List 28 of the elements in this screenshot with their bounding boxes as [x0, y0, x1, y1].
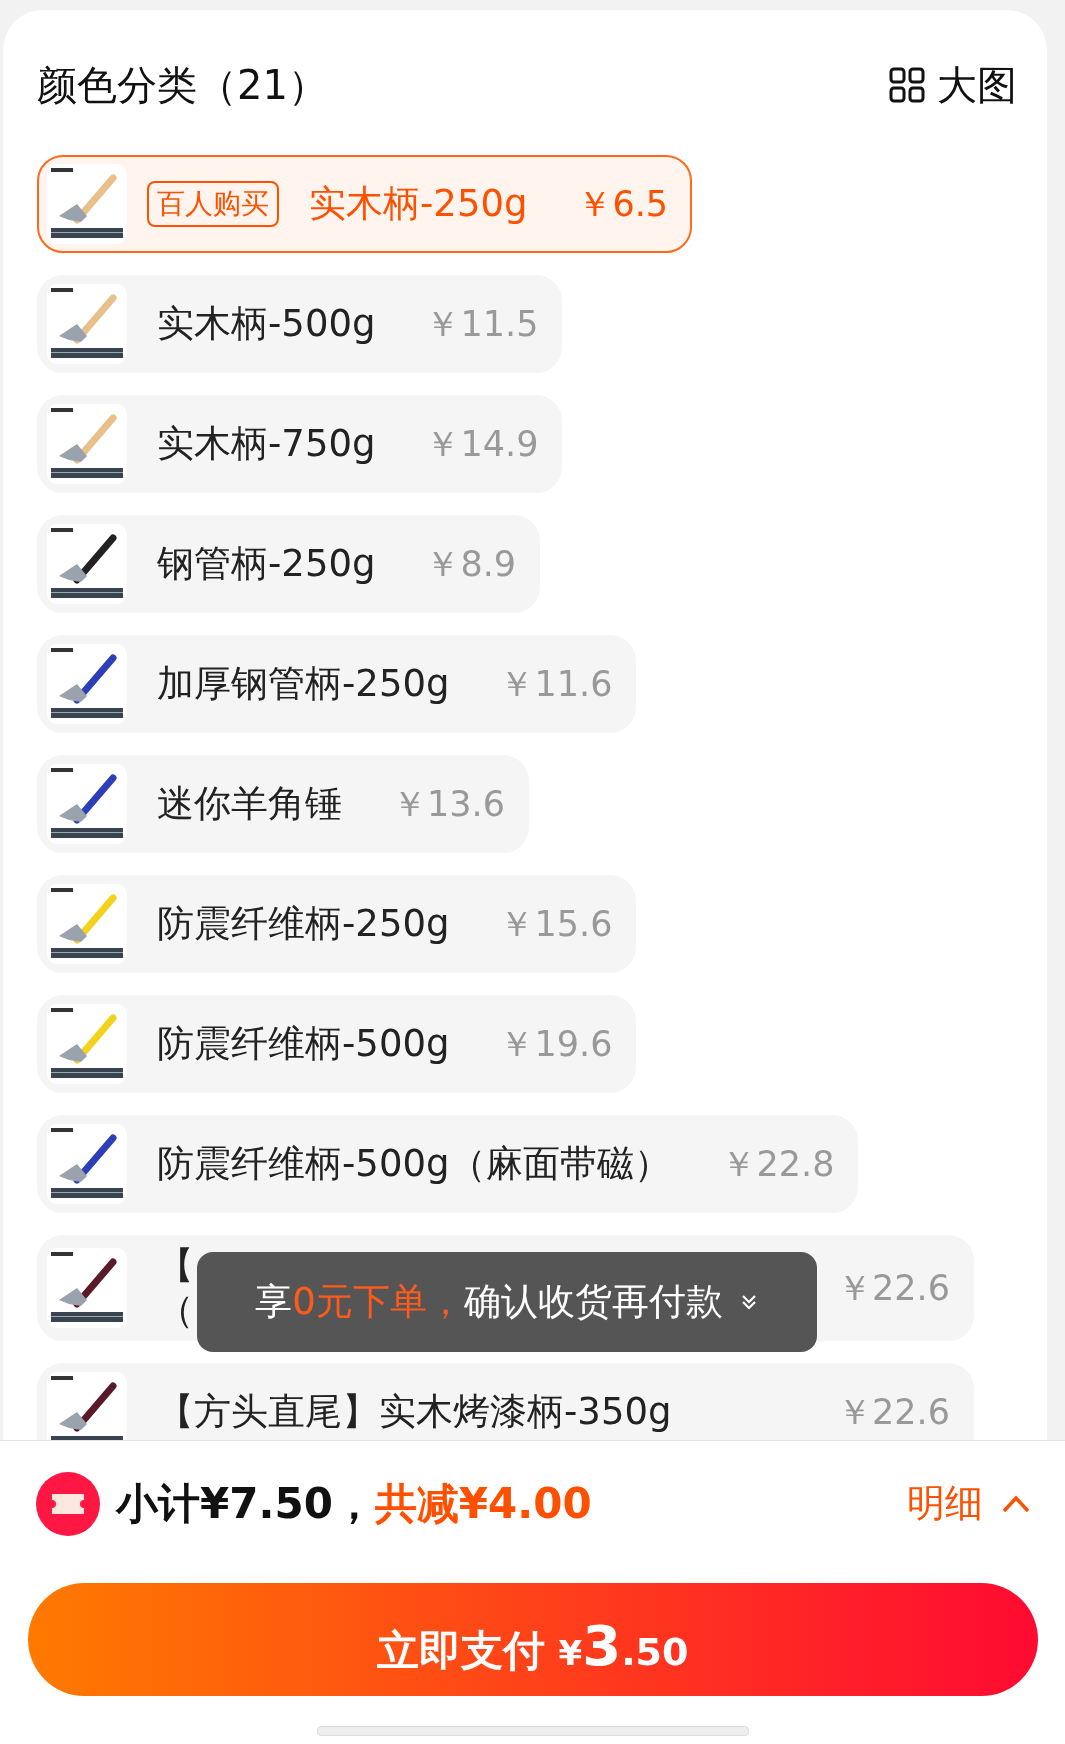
variant-name: 迷你羊角锤: [157, 781, 342, 827]
subtotal-text: 小计¥7.50，: [116, 1477, 375, 1530]
variant-price: ￥6.5: [576, 182, 669, 226]
variant-name: 实木柄-250g: [309, 181, 528, 227]
variant-price: ￥14.9: [424, 422, 539, 466]
variant-name: 加厚钢管柄-250g: [157, 661, 450, 707]
variant-price: ￥22.6: [836, 1266, 950, 1310]
discount-text: 共减¥4.00: [374, 1477, 592, 1530]
variant-price: ￥8.9: [424, 542, 517, 586]
variant-price: ￥22.6: [836, 1390, 950, 1434]
variant-price: ￥15.6: [498, 902, 613, 946]
variant-price: ￥22.8: [720, 1142, 835, 1186]
variant-price: ￥13.6: [391, 782, 505, 826]
variant-name: 防震纤维柄-500g（麻面带磁）: [157, 1141, 672, 1187]
variant-price: ￥11.5: [424, 302, 539, 346]
variant-name: 【方头直尾】实木烤漆柄-350g: [157, 1390, 672, 1434]
variant-name: 防震纤维柄-250g: [157, 901, 450, 947]
variant-name: （: [157, 1288, 194, 1332]
variant-name: 钢管柄-250g: [157, 541, 376, 587]
variant-price: ￥11.6: [498, 662, 613, 706]
panel-title: 颜色分类（21）: [37, 60, 328, 110]
popularity-badge: 百人购买: [147, 181, 279, 227]
variant-name: 实木柄-500g: [157, 301, 376, 347]
variant-name: 【: [157, 1244, 194, 1288]
variant-name: 防震纤维柄-500g: [157, 1021, 450, 1067]
variant-price: ￥19.6: [498, 1022, 613, 1066]
toast-text: 享0元下单，确认收货再付款: [255, 1279, 723, 1325]
variant-name: 实木柄-750g: [157, 421, 376, 467]
